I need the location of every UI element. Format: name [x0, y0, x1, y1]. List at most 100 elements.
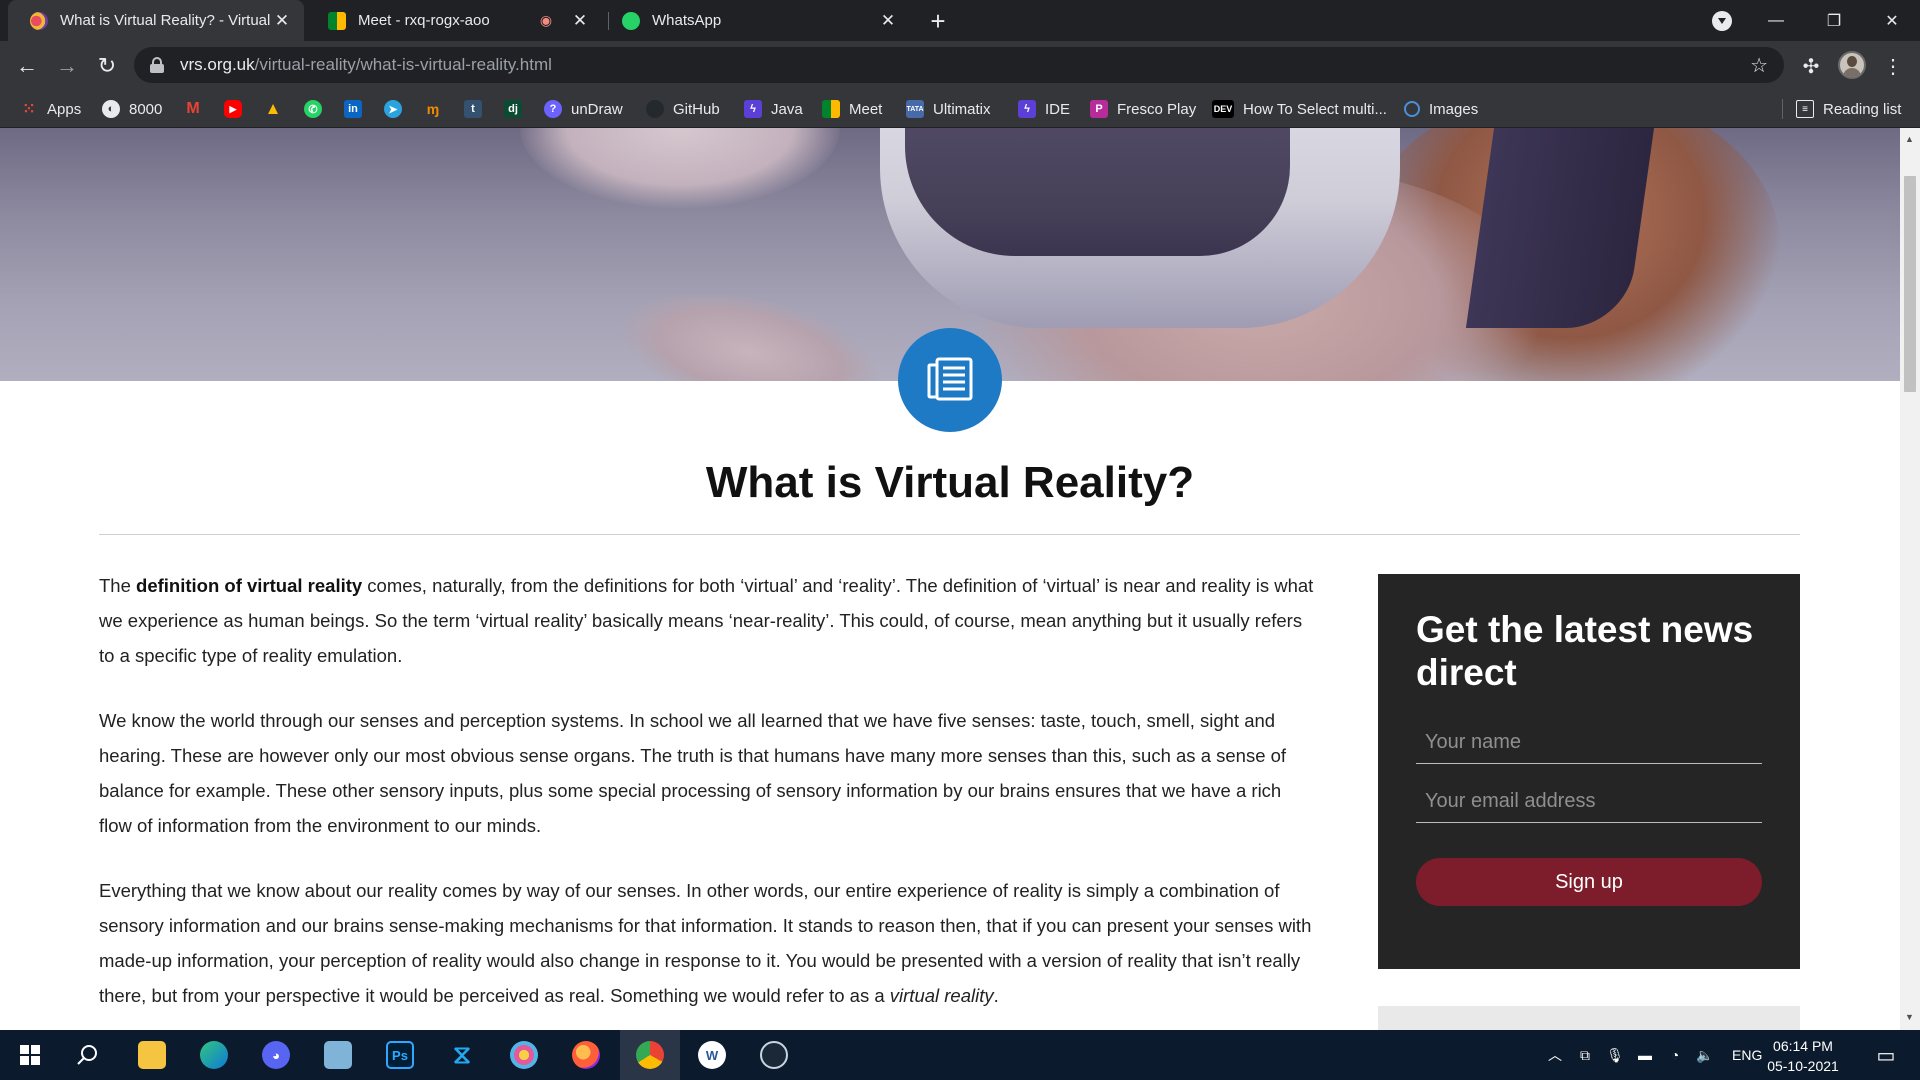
bookmark-github[interactable]: GitHub [646, 90, 720, 128]
tumblr-icon: t [464, 100, 482, 118]
newsletter-signup: Get the latest news direct Sign up [1378, 574, 1800, 969]
volume-icon[interactable]: 🔈 [1690, 1047, 1720, 1064]
scroll-down-icon[interactable]: ▼ [1905, 1012, 1914, 1022]
apps-grid-icon: ⁙ [22, 101, 36, 118]
bookmark-youtube[interactable]: ▶ [224, 90, 251, 128]
taskbar-search[interactable] [58, 1030, 118, 1080]
bookmark-star-icon[interactable]: ☆ [1750, 53, 1768, 78]
file-explorer-icon [138, 1041, 166, 1069]
bookmark-label: Meet [849, 100, 883, 118]
taskbar-paint[interactable] [494, 1030, 554, 1080]
bookmark-django[interactable]: dj [504, 90, 531, 128]
start-button[interactable] [0, 1030, 60, 1080]
taskbar-vscode[interactable]: ⧖ [432, 1030, 492, 1080]
naukri-icon: ɱ [426, 101, 440, 117]
url-path: /virtual-reality/what-is-virtual-reality… [254, 55, 552, 74]
italic-term: virtual reality [889, 985, 994, 1006]
edge-icon [200, 1041, 228, 1069]
taskbar-discord[interactable]: ◕ [246, 1030, 306, 1080]
minimize-icon[interactable]: — [1748, 0, 1804, 41]
github-icon [646, 100, 664, 118]
extensions-icon[interactable]: ✣ [1796, 51, 1826, 81]
bookmark-meet[interactable]: Meet [822, 90, 882, 128]
meet-icon [822, 100, 840, 118]
bookmark-apps[interactable]: ⁙ Apps [20, 90, 81, 128]
article-body: The definition of virtual reality comes,… [99, 568, 1319, 1030]
bookmark-images[interactable]: Images [1404, 90, 1478, 128]
article-paragraph: Everything that we know about our realit… [99, 873, 1319, 1013]
new-tab-button[interactable]: + [923, 6, 953, 37]
paragraph-text: . [993, 985, 999, 1006]
whatsapp-favicon-icon [622, 11, 640, 30]
title-divider [99, 534, 1800, 535]
sign-up-button[interactable]: Sign up [1416, 858, 1762, 906]
url-text[interactable]: vrs.org.uk/virtual-reality/what-is-virtu… [180, 55, 552, 75]
taskbar-firefox[interactable] [556, 1030, 616, 1080]
page-scrollbar[interactable]: ▲ ▼ [1900, 128, 1920, 1030]
article-icon [898, 328, 1002, 432]
windows-taskbar: ◕ Ps ⧖ W ︿ ⧉ 🎙 ▬ ◔ 🔈 ENG 06:14 PM 05-10-… [0, 1030, 1920, 1080]
bookmark-8000[interactable]: ◐ 8000 [102, 90, 162, 128]
taskbar-steam[interactable] [744, 1030, 804, 1080]
device-icon[interactable]: ⧉ [1570, 1047, 1600, 1064]
gmail-icon: M [186, 100, 200, 117]
bookmark-linkedin[interactable]: in [344, 90, 371, 128]
chrome-icon [636, 1041, 664, 1069]
tab-meet[interactable]: Meet - rxq-rogx-aoo ◉ ✕ [306, 0, 602, 41]
firefox-icon [572, 1041, 600, 1069]
bookmark-fresco-play[interactable]: P Fresco Play [1090, 90, 1196, 128]
microphone-icon[interactable]: 🎙 [1600, 1047, 1630, 1064]
paragraph-text: Everything that we know about our realit… [99, 880, 1312, 1006]
close-tab-icon[interactable]: ✕ [876, 11, 900, 31]
bookmark-naukri[interactable]: ɱ [424, 90, 451, 128]
taskbar-chrome[interactable] [620, 1030, 680, 1080]
taskbar-word[interactable]: W [682, 1030, 742, 1080]
tab-whatsapp[interactable]: WhatsApp ✕ [604, 0, 910, 41]
bookmark-ide[interactable]: ϟ IDE [1018, 90, 1070, 128]
bookmark-telegram[interactable]: ➤ [384, 90, 411, 128]
wifi-icon[interactable]: ◔ [1660, 1047, 1690, 1063]
bookmark-java[interactable]: ϟ Java [744, 90, 803, 128]
battery-icon[interactable]: ▬ [1630, 1047, 1660, 1063]
start-icon [20, 1045, 40, 1065]
tab-virtual-reality[interactable]: What is Virtual Reality? - Virtual F ✕ [8, 0, 304, 41]
recording-icon: ◉ [539, 12, 553, 28]
drive-icon: ▲ [264, 99, 282, 118]
reload-icon[interactable]: ↻ [90, 49, 124, 83]
close-tab-icon[interactable]: ✕ [270, 11, 294, 31]
clock-date: 05-10-2021 [1767, 1058, 1839, 1074]
back-icon[interactable]: ← [10, 49, 44, 83]
word-icon: W [698, 1041, 726, 1069]
profile-avatar[interactable] [1838, 51, 1866, 79]
notepad-icon [324, 1041, 352, 1069]
lock-icon[interactable] [150, 57, 164, 73]
system-clock[interactable]: 06:14 PM 05-10-2021 [1758, 1036, 1848, 1076]
bookmark-drive[interactable]: ▲ [264, 90, 291, 128]
restore-icon[interactable]: ❐ [1806, 0, 1862, 41]
taskbar-photoshop[interactable]: Ps [370, 1030, 430, 1080]
article-paragraph: The definition of virtual reality comes,… [99, 568, 1319, 673]
scroll-thumb[interactable] [1904, 176, 1916, 392]
notifications-icon[interactable]: ▭ [1866, 1030, 1906, 1080]
email-input[interactable] [1416, 781, 1762, 823]
bookmark-ultimatix[interactable]: TATA Ultimatix [906, 90, 991, 128]
scroll-up-icon[interactable]: ▲ [1905, 134, 1914, 144]
system-tray: ︿ ⧉ 🎙 ▬ ◔ 🔈 ENG [1540, 1030, 1762, 1080]
address-bar[interactable]: vrs.org.uk/virtual-reality/what-is-virtu… [134, 47, 1784, 83]
menu-icon[interactable]: ⋮ [1878, 51, 1908, 81]
forward-icon[interactable]: → [50, 49, 84, 83]
close-window-icon[interactable]: ✕ [1864, 0, 1920, 41]
chevron-up-icon[interactable]: ︿ [1540, 1045, 1570, 1065]
close-tab-icon[interactable]: ✕ [568, 11, 592, 31]
taskbar-file-explorer[interactable] [122, 1030, 182, 1080]
name-input[interactable] [1416, 722, 1762, 764]
bookmark-tumblr[interactable]: t [464, 90, 491, 128]
bookmark-whatsapp[interactable]: ✆ [304, 90, 331, 128]
bookmark-dev[interactable]: DEV How To Select multi... [1212, 90, 1387, 128]
tab-search-icon[interactable] [1712, 11, 1732, 31]
bookmark-undraw[interactable]: ? unDraw [544, 90, 623, 128]
taskbar-edge[interactable] [184, 1030, 244, 1080]
reading-list-button[interactable]: ≡ Reading list [1796, 90, 1901, 128]
bookmark-gmail[interactable]: M [184, 90, 211, 128]
taskbar-notepad[interactable] [308, 1030, 368, 1080]
